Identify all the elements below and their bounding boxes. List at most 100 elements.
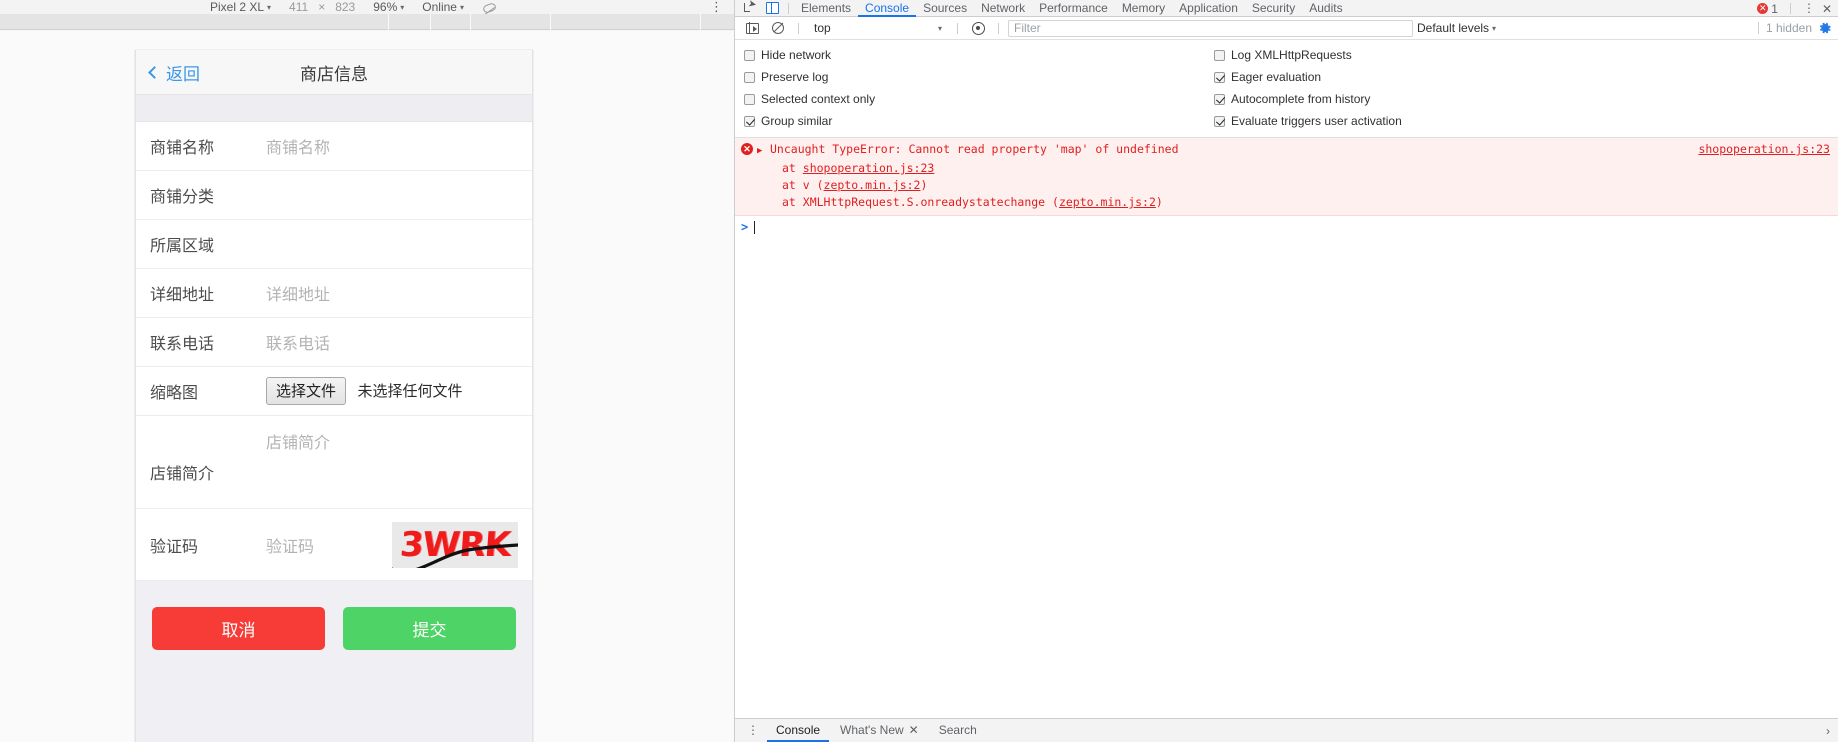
viewport-height-input[interactable]: 823 xyxy=(335,0,355,14)
clear-console-button[interactable] xyxy=(767,20,789,36)
setting-log-xhr[interactable]: Log XMLHttpRequests xyxy=(1205,44,1838,66)
create-live-expression-button[interactable] xyxy=(967,20,989,36)
device-selector[interactable]: Pixel 2 XL ▾ xyxy=(210,0,271,14)
viewport-width-input[interactable]: 411 xyxy=(289,0,308,14)
expand-triangle-icon[interactable]: ▶ xyxy=(757,143,766,160)
console-sidebar-button[interactable] xyxy=(741,20,763,36)
textarea-description[interactable]: 店铺简介 xyxy=(266,416,330,453)
setting-label: Eager evaluation xyxy=(1231,70,1322,84)
toolbar-divider xyxy=(798,22,799,34)
cancel-button[interactable]: 取消 xyxy=(152,607,325,650)
setting-preserve-log[interactable]: Preserve log xyxy=(735,66,1205,88)
devtools-panel: Elements Console Sources Network Perform… xyxy=(735,0,1838,742)
drawer-expand-icon[interactable]: › xyxy=(1826,724,1838,738)
tab-console[interactable]: Console xyxy=(858,0,916,17)
toolbar-divider xyxy=(1757,22,1759,34)
drawer-tab-whats-new[interactable]: What's New ✕ xyxy=(831,719,928,742)
setting-label: Autocomplete from history xyxy=(1231,92,1371,106)
toolbar-divider xyxy=(788,2,789,14)
stack-frame-suffix: ) xyxy=(1155,195,1163,209)
label-captcha: 验证码 xyxy=(150,538,199,556)
setting-hide-network[interactable]: Hide network xyxy=(735,44,1205,66)
execution-context-selector[interactable]: top ▾ xyxy=(808,21,948,35)
error-count-indicator[interactable]: ✕ 1 xyxy=(1757,2,1778,16)
error-count-label: 1 xyxy=(1771,1,1778,16)
hidden-messages-label: 1 hidden xyxy=(1765,21,1812,35)
tab-network[interactable]: Network xyxy=(974,0,1032,17)
filter-input[interactable] xyxy=(1008,19,1413,37)
setting-group-similar[interactable]: Group similar xyxy=(735,110,1205,132)
console-prompt[interactable]: > xyxy=(735,216,1838,238)
drawer-tab-console[interactable]: Console xyxy=(767,719,829,742)
drawer-tab-search[interactable]: Search xyxy=(930,719,986,742)
console-error-source-link[interactable]: shopoperation.js:23 xyxy=(1698,141,1830,158)
file-status-label: 未选择任何文件 xyxy=(357,383,463,400)
stack-frame-link[interactable]: zepto.min.js:2 xyxy=(824,178,921,192)
label-region: 所属区域 xyxy=(150,238,215,255)
setting-label: Hide network xyxy=(761,48,832,62)
submit-button[interactable]: 提交 xyxy=(343,607,516,650)
setting-selected-context-only[interactable]: Selected context only xyxy=(735,88,1205,110)
tab-memory[interactable]: Memory xyxy=(1115,0,1172,17)
label-shop-category: 商铺分类 xyxy=(150,189,215,206)
stack-frame-link[interactable]: shopoperation.js:23 xyxy=(803,161,935,175)
checkbox-icon xyxy=(744,93,755,105)
console-settings-gear-icon[interactable] xyxy=(1819,22,1832,35)
tab-sources[interactable]: Sources xyxy=(916,0,974,17)
form-row-shop-name: 商铺名称 商铺名称 xyxy=(136,122,532,171)
prompt-chevron-icon: > xyxy=(741,220,749,234)
input-phone[interactable]: 联系电话 xyxy=(266,330,330,354)
devtools-drawer: ⋮ Console What's New ✕ Search › xyxy=(735,718,1838,742)
close-icon[interactable]: ✕ xyxy=(909,719,919,742)
tab-elements[interactable]: Elements xyxy=(794,0,858,17)
console-error-message[interactable]: ✕ ▶ Uncaught TypeError: Cannot read prop… xyxy=(735,138,1838,216)
drawer-tab-label: Console xyxy=(776,723,821,737)
zoom-selector[interactable]: 96% ▾ xyxy=(373,0,404,14)
back-button[interactable]: 返回 xyxy=(148,50,200,95)
network-throttle-selector[interactable]: Online ▾ xyxy=(422,0,464,14)
more-tools-icon[interactable]: ⋮ xyxy=(1803,2,1815,14)
setting-autocomplete-history[interactable]: Autocomplete from history xyxy=(1205,88,1838,110)
input-shop-name[interactable]: 商铺名称 xyxy=(266,134,330,158)
stack-frame: at v (zepto.min.js:2) xyxy=(782,177,1832,194)
network-throttle-label: Online xyxy=(422,0,457,14)
inspect-element-button[interactable] xyxy=(739,0,761,16)
stack-frame-link[interactable]: zepto.min.js:2 xyxy=(1059,195,1156,209)
console-message-list: ✕ ▶ Uncaught TypeError: Cannot read prop… xyxy=(735,138,1838,668)
captcha-image[interactable]: 3WRK xyxy=(392,521,518,568)
tab-audits[interactable]: Audits xyxy=(1302,0,1349,17)
file-input-group[interactable]: 选择文件 未选择任何文件 xyxy=(266,377,462,405)
emulated-page-viewport: 返回 商店信息 商铺名称 商铺名称 商铺分类 所属区域 详细地址 详细地址 联系… xyxy=(135,50,533,742)
chevron-left-icon xyxy=(148,66,161,79)
close-devtools-icon[interactable]: ✕ xyxy=(1822,2,1832,16)
inspect-element-icon xyxy=(743,2,757,15)
checkbox-icon xyxy=(744,71,755,83)
setting-evaluate-user-activation[interactable]: Evaluate triggers user activation xyxy=(1205,110,1838,132)
choose-file-button[interactable]: 选择文件 xyxy=(266,377,347,405)
log-levels-selector[interactable]: Default levels ▾ xyxy=(1417,21,1496,35)
section-gap xyxy=(136,95,532,122)
chevron-down-icon: ▾ xyxy=(267,2,272,12)
toolbar-divider xyxy=(1789,3,1791,14)
console-sidebar-icon xyxy=(745,22,759,34)
tab-application[interactable]: Application xyxy=(1172,0,1245,17)
checkbox-checked-icon xyxy=(1214,71,1225,83)
viewport-ruler xyxy=(0,14,734,30)
page-nav-bar: 返回 商店信息 xyxy=(136,50,532,95)
input-address[interactable]: 详细地址 xyxy=(266,281,330,305)
toggle-device-toolbar-button[interactable] xyxy=(761,0,783,16)
drawer-more-icon[interactable]: ⋮ xyxy=(741,724,765,736)
chevron-down-icon: ▾ xyxy=(937,23,942,33)
input-captcha[interactable]: 验证码 xyxy=(266,533,314,557)
tab-performance[interactable]: Performance xyxy=(1032,0,1115,17)
form-row-description: 店铺简介 店铺简介 xyxy=(136,416,532,509)
setting-label: Log XMLHttpRequests xyxy=(1231,48,1352,62)
no-throttling-icon[interactable] xyxy=(482,0,496,14)
form-row-address: 详细地址 详细地址 xyxy=(136,269,532,318)
tab-security[interactable]: Security xyxy=(1245,0,1302,17)
chevron-down-icon: ▾ xyxy=(400,2,405,12)
stack-frame: at XMLHttpRequest.S.onreadystatechange (… xyxy=(782,194,1832,211)
device-more-options-icon[interactable]: ⋮ xyxy=(710,0,723,13)
toolbar-divider xyxy=(998,22,999,34)
setting-eager-evaluation[interactable]: Eager evaluation xyxy=(1205,66,1838,88)
